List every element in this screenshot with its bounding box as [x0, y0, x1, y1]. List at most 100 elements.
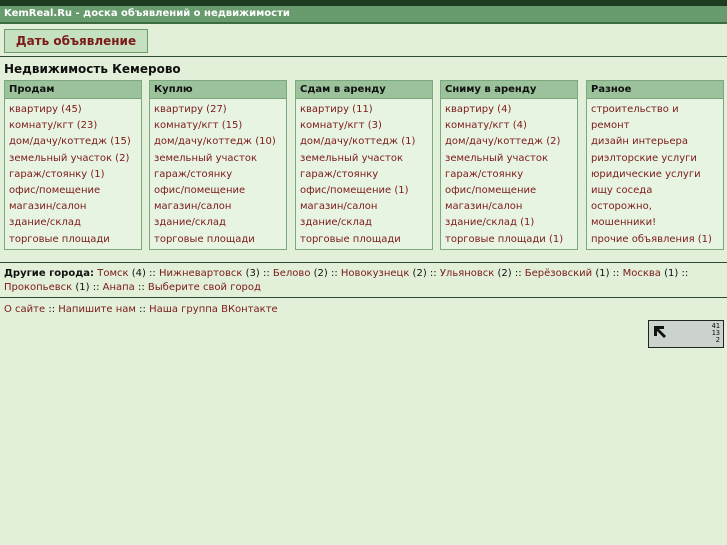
category-link[interactable]: офис/помещение	[9, 185, 100, 196]
separator: ::	[89, 282, 103, 293]
list-item: торговые площади (1)	[445, 232, 573, 248]
list-item: гараж/стоянку (1)	[9, 167, 137, 183]
list-item: магазин/салон	[445, 199, 573, 215]
post-ad-button[interactable]: Дать объявление	[4, 29, 148, 53]
category-link[interactable]: гараж/стоянку	[445, 169, 523, 180]
list-item: комнату/кгт (23)	[9, 118, 137, 134]
category-link[interactable]: комнату/кгт (23)	[9, 120, 97, 131]
column-title: Разное	[587, 81, 723, 99]
footer-link[interactable]: О сайте	[4, 304, 45, 315]
category-link[interactable]: земельный участок	[300, 153, 403, 164]
counter-values: 41 13 2	[712, 323, 720, 344]
city-count: (2)	[409, 268, 427, 279]
category-link[interactable]: гараж/стоянку (1)	[9, 169, 105, 180]
category-link[interactable]: комнату/кгт (4)	[445, 120, 527, 131]
city-link[interactable]: Анапа	[103, 282, 135, 293]
category-link[interactable]: торговые площади	[300, 234, 401, 245]
list-item: дизайн интерьера	[591, 134, 719, 150]
category-link[interactable]: магазин/салон	[9, 201, 86, 212]
list-item: магазин/салон	[300, 199, 428, 215]
city-link[interactable]: Ульяновск	[440, 268, 494, 279]
city-link[interactable]: Нижневартовск	[159, 268, 242, 279]
footer-link[interactable]: Наша группа ВКонтакте	[149, 304, 278, 315]
category-link[interactable]: здание/склад	[300, 217, 372, 228]
list-item: квартиру (4)	[445, 102, 573, 118]
list-item: магазин/салон	[154, 199, 282, 215]
list-item: здание/склад	[9, 215, 137, 231]
category-link[interactable]: здание/склад	[154, 217, 226, 228]
list-item: комнату/кгт (15)	[154, 118, 282, 134]
category-link[interactable]: прочие объявления (1)	[591, 234, 712, 245]
list-item: земельный участок	[445, 151, 573, 167]
list-item: магазин/салон	[9, 199, 137, 215]
separator: ::	[134, 282, 148, 293]
category-link[interactable]: гараж/стоянку	[154, 169, 232, 180]
category-link[interactable]: магазин/салон	[154, 201, 231, 212]
category-link[interactable]: гараж/стоянку	[300, 169, 378, 180]
divider	[0, 262, 727, 263]
city-link[interactable]: Томск	[97, 268, 128, 279]
category-link[interactable]: ищу соседа	[591, 185, 652, 196]
category-link[interactable]: офис/помещение (1)	[300, 185, 409, 196]
category-link[interactable]: офис/помещение	[445, 185, 536, 196]
category-link[interactable]: юридические услуги	[591, 169, 701, 180]
list-item: здание/склад	[300, 215, 428, 231]
category-link[interactable]: квартиру (4)	[445, 104, 511, 115]
category-link[interactable]: здание/склад (1)	[445, 217, 534, 228]
category-link[interactable]: строительство и ремонт	[591, 104, 679, 131]
separator: ::	[426, 268, 440, 279]
category-link[interactable]: офис/помещение	[154, 185, 245, 196]
other-cities-label: Другие города:	[4, 268, 95, 279]
category-link[interactable]: комнату/кгт (3)	[300, 120, 382, 131]
category-link[interactable]: осторожно, мошенники!	[591, 201, 656, 228]
category-link[interactable]: квартиру (11)	[300, 104, 373, 115]
list-item: строительство и ремонт	[591, 102, 719, 134]
category-link[interactable]: земельный участок	[445, 153, 548, 164]
category-link[interactable]: дом/дачу/коттедж (15)	[9, 136, 131, 147]
category-link[interactable]: магазин/салон	[445, 201, 522, 212]
list-item: квартиру (11)	[300, 102, 428, 118]
category-link[interactable]: торговые площади	[9, 234, 110, 245]
list-item: дом/дачу/коттедж (2)	[445, 134, 573, 150]
category-list: квартиру (4) комнату/кгт (4) дом/дачу/котт…	[441, 99, 577, 248]
city-link[interactable]: Берёзовский	[525, 268, 592, 279]
separator: ::	[45, 304, 59, 315]
column-title: Сниму в аренду	[441, 81, 577, 99]
separator: ::	[511, 268, 525, 279]
choose-city-link[interactable]: Выберите свой город	[148, 282, 261, 293]
category-link[interactable]: квартиру (27)	[154, 104, 227, 115]
city-link[interactable]: Москва	[623, 268, 661, 279]
category-column: Куплю квартиру (27) комнату/кгт (15) дом/да…	[149, 80, 287, 250]
city-link[interactable]: Новокузнецк	[341, 268, 409, 279]
category-link[interactable]: магазин/салон	[300, 201, 377, 212]
category-column: Сдам в аренду квартиру (11) комнату/кгт (3…	[295, 80, 433, 250]
list-item: офис/помещение	[154, 183, 282, 199]
site-title: KemReal.Ru - доска объявлений о недвижим…	[0, 6, 727, 24]
list-item: торговые площади	[154, 232, 282, 248]
list-item: дом/дачу/коттедж (15)	[9, 134, 137, 150]
category-column: Разное строительство и ремонт дизайн интер…	[586, 80, 724, 250]
category-link[interactable]: торговые площади	[154, 234, 255, 245]
category-link[interactable]: торговые площади (1)	[445, 234, 563, 245]
category-list: строительство и ремонт дизайн интерьера ри…	[587, 99, 723, 248]
category-link[interactable]: квартиру (45)	[9, 104, 82, 115]
footer-link[interactable]: Напишите нам	[58, 304, 136, 315]
list-item: гараж/стоянку	[300, 167, 428, 183]
category-link[interactable]: риэлторские услуги	[591, 153, 697, 164]
category-link[interactable]: земельный участок	[154, 153, 257, 164]
footer-links: О сайте :: Напишите нам :: Наша группа В…	[4, 304, 278, 315]
category-link[interactable]: дом/дачу/коттедж (2)	[445, 136, 560, 147]
separator: ::	[135, 304, 150, 315]
category-link[interactable]: земельный участок (2)	[9, 153, 129, 164]
city-link[interactable]: Белово	[273, 268, 311, 279]
visit-counter[interactable]: 41 13 2	[648, 320, 724, 348]
city-link[interactable]: Прокопьевск	[4, 282, 72, 293]
category-link[interactable]: дизайн интерьера	[591, 136, 688, 147]
category-link[interactable]: комнату/кгт (15)	[154, 120, 242, 131]
category-link[interactable]: здание/склад	[9, 217, 81, 228]
category-link[interactable]: дом/дачу/коттедж (1)	[300, 136, 415, 147]
city-count: (4)	[128, 268, 146, 279]
list-item: прочие объявления (1)	[591, 232, 719, 248]
category-link[interactable]: дом/дачу/коттедж (10)	[154, 136, 276, 147]
list-item: земельный участок	[154, 151, 282, 167]
